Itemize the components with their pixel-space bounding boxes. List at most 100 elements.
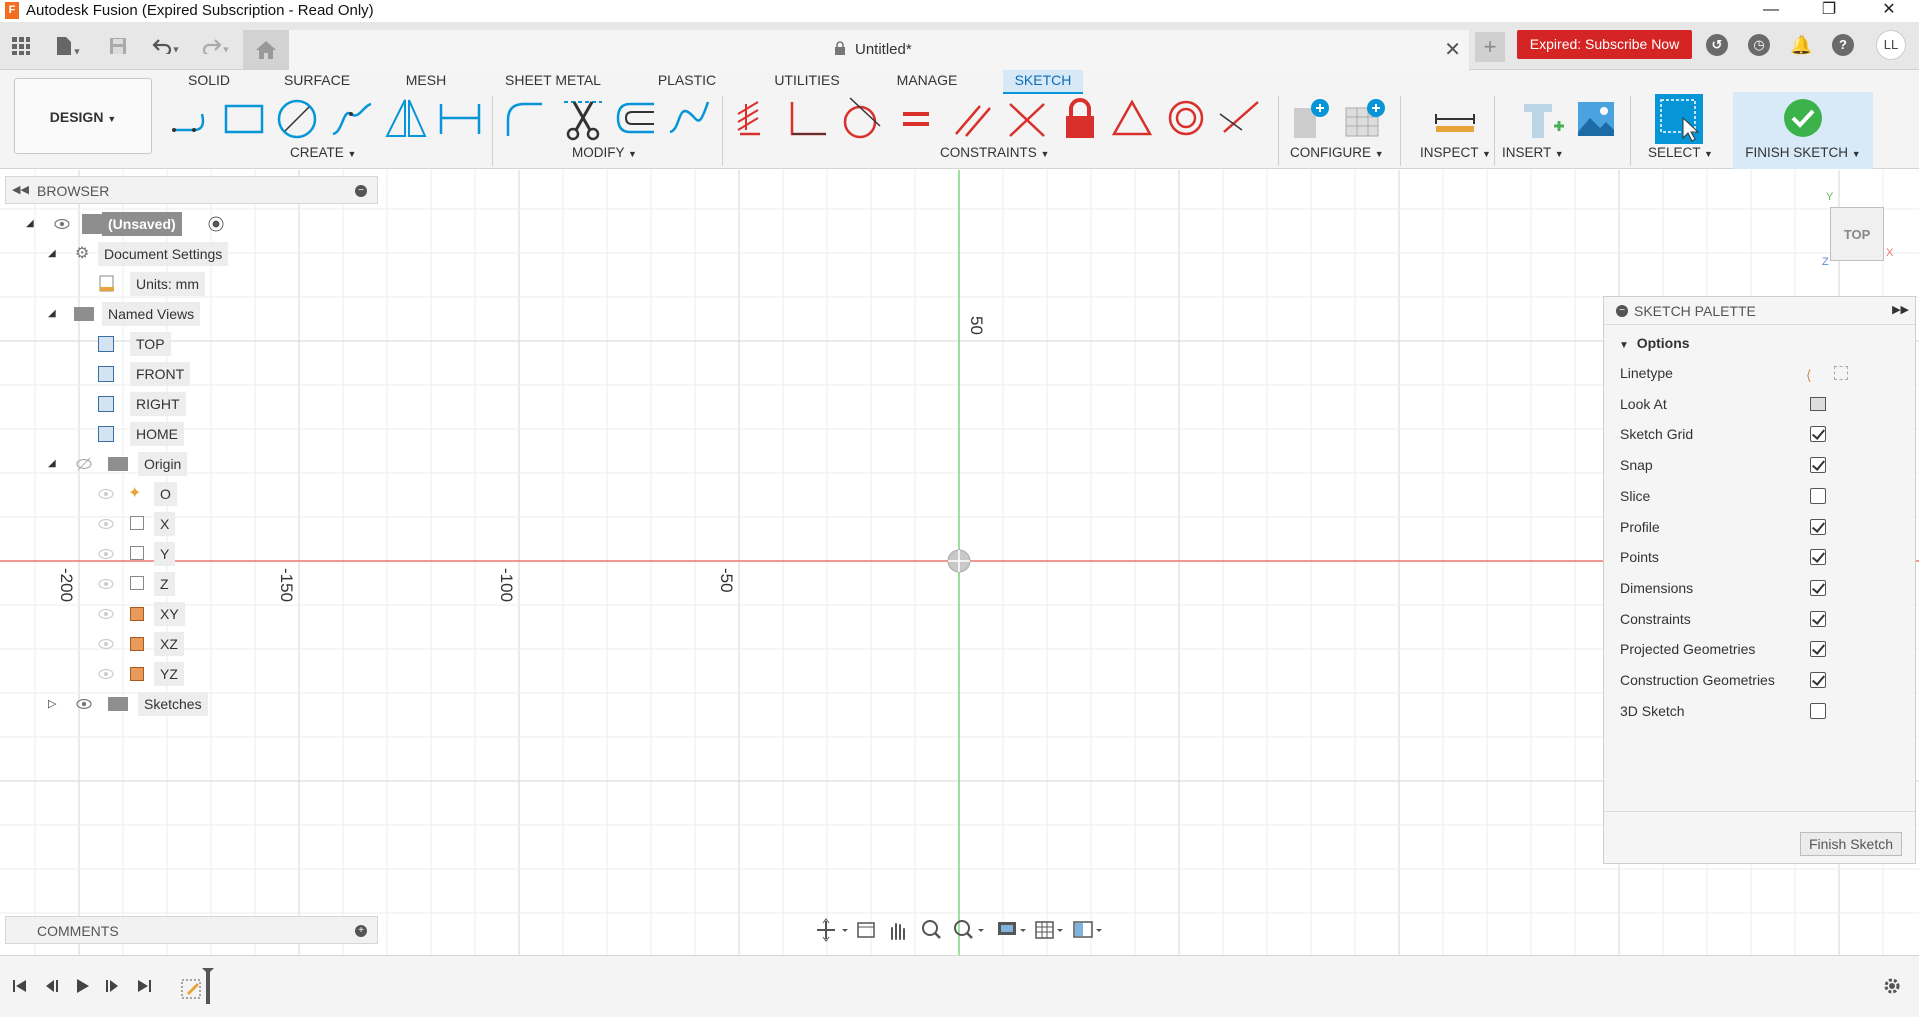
step-back-icon[interactable] — [42, 976, 62, 996]
zoom-icon[interactable] — [922, 920, 941, 939]
palette-checkbox[interactable] — [1810, 641, 1826, 658]
tab-utilities[interactable]: UTILITIES — [772, 70, 842, 94]
named-view-front[interactable]: FRONT — [96, 362, 196, 386]
midpoint-constraint-icon[interactable] — [1110, 96, 1156, 142]
insert-group-label[interactable]: INSERT ▼ — [1502, 145, 1564, 160]
coincident-constraint-icon[interactable] — [786, 96, 832, 142]
hidden-eye-icon[interactable] — [98, 516, 114, 532]
visibility-eye-icon[interactable] — [54, 216, 70, 232]
palette-minimize-icon[interactable]: − — [1616, 305, 1628, 317]
insert-derive-icon[interactable] — [1520, 96, 1566, 142]
constraints-group-label[interactable]: CONSTRAINTS ▼ — [940, 145, 1049, 160]
concentric-constraint-icon[interactable] — [1164, 96, 1210, 142]
subscribe-button[interactable]: Expired: Subscribe Now — [1517, 30, 1692, 59]
origin-item[interactable]: X — [96, 512, 216, 536]
visibility-eye-icon[interactable] — [76, 696, 92, 712]
configure-group-label[interactable]: CONFIGURE ▼ — [1290, 145, 1384, 160]
expand-toggle-icon[interactable]: ◢ — [48, 452, 56, 476]
parallel-constraint-icon[interactable] — [950, 96, 996, 142]
expand-toggle-icon[interactable]: ▷ — [48, 692, 56, 716]
configuration-grid-icon[interactable] — [1342, 96, 1388, 142]
line-tool-icon[interactable] — [168, 96, 214, 142]
select-group-label[interactable]: SELECT ▼ — [1648, 145, 1713, 160]
display-settings-icon[interactable] — [998, 922, 1026, 935]
job-status-icon[interactable]: ◷ — [1748, 34, 1770, 56]
origin-item[interactable]: XZ — [96, 632, 216, 656]
palette-checkbox[interactable] — [1810, 549, 1826, 566]
workspace-switcher[interactable]: DESIGN ▼ — [14, 78, 152, 154]
named-view-top[interactable]: TOP — [96, 332, 196, 356]
expand-toggle-icon[interactable]: ◢ — [48, 242, 56, 266]
browser-named-views[interactable]: ◢ Named Views — [48, 302, 248, 326]
hidden-eye-icon[interactable] — [98, 576, 114, 592]
origin-item[interactable]: YZ — [96, 662, 216, 686]
minimize-button[interactable]: — — [1748, 0, 1794, 22]
help-icon[interactable]: ? — [1832, 34, 1854, 56]
palette-checkbox[interactable] — [1810, 610, 1826, 627]
tab-sheet-metal[interactable]: SHEET METAL — [503, 70, 603, 94]
grid-snaps-icon[interactable] — [1035, 921, 1063, 939]
tab-sketch[interactable]: SKETCH — [1003, 70, 1083, 94]
viewcube[interactable]: TOP — [1830, 207, 1884, 261]
tab-solid[interactable]: SOLID — [187, 70, 231, 94]
new-tab-button[interactable]: + — [1475, 32, 1505, 62]
palette-checkbox[interactable] — [1810, 457, 1826, 474]
origin-item[interactable]: XY — [96, 602, 216, 626]
timeline-sketch-feature-icon[interactable] — [180, 966, 216, 1006]
fit-zoom-icon[interactable] — [954, 920, 984, 939]
browser-document-settings[interactable]: ◢ ⚙ Document Settings — [48, 242, 248, 266]
rectangle-tool-icon[interactable] — [222, 96, 268, 142]
circle-tool-icon[interactable] — [275, 96, 321, 142]
perpendicular-constraint-icon[interactable] — [1004, 96, 1050, 142]
user-avatar[interactable]: LL — [1876, 30, 1906, 60]
palette-checkbox[interactable] — [1810, 487, 1826, 504]
step-forward-icon[interactable] — [102, 976, 122, 996]
viewports-icon[interactable] — [1073, 921, 1102, 938]
insert-canvas-image-icon[interactable] — [1574, 96, 1620, 142]
horizontal-vertical-constraint-icon[interactable] — [734, 96, 780, 142]
spline-tool-icon[interactable] — [329, 96, 375, 142]
trim-tool-icon[interactable] — [560, 96, 606, 142]
mirror-tool-icon[interactable] — [383, 96, 429, 142]
notifications-bell-icon[interactable]: 🔔 — [1790, 34, 1812, 56]
hidden-eye-icon[interactable] — [76, 456, 92, 472]
fix-unfix-constraint-icon[interactable] — [1058, 96, 1104, 142]
hidden-eye-icon[interactable] — [98, 636, 114, 652]
measure-tool-icon[interactable] — [1432, 96, 1478, 142]
document-tab[interactable]: Untitled* ✕ — [289, 30, 1469, 70]
palette-checkbox[interactable] — [1810, 672, 1826, 688]
file-menu-icon[interactable]: ▼ — [48, 32, 88, 60]
inspect-group-label[interactable]: INSPECT ▼ — [1420, 145, 1491, 160]
sketch-scale-icon[interactable] — [666, 96, 712, 142]
equal-constraint-icon[interactable] — [895, 96, 941, 142]
browser-collapse-icon[interactable]: ◀◀ — [12, 183, 29, 196]
browser-sketches[interactable]: ▷ Sketches — [48, 692, 248, 716]
extensions-icon[interactable]: ↺ — [1706, 34, 1728, 56]
expand-toggle-icon[interactable]: ◢ — [26, 212, 34, 236]
palette-checkbox[interactable] — [1810, 579, 1826, 596]
linetype-centerline-icon[interactable] — [1834, 366, 1848, 380]
comments-panel-header[interactable]: COMMENTS + — [5, 916, 378, 944]
configure-table-icon[interactable] — [1290, 96, 1336, 142]
activate-radio-icon[interactable] — [208, 216, 224, 232]
palette-checkbox[interactable] — [1810, 426, 1826, 443]
tab-plastic[interactable]: PLASTIC — [656, 70, 718, 94]
app-grid-icon[interactable] — [8, 32, 34, 60]
named-view-home[interactable]: HOME — [96, 422, 196, 446]
close-tab-icon[interactable]: ✕ — [1444, 37, 1461, 62]
hidden-eye-icon[interactable] — [98, 606, 114, 622]
options-section-header[interactable]: ▼ Options — [1619, 335, 1690, 351]
expand-toggle-icon[interactable]: ◢ — [48, 302, 56, 326]
collinear-constraint-icon[interactable] — [1218, 96, 1264, 142]
browser-minimize-icon[interactable]: − — [355, 185, 367, 197]
look-at-icon[interactable] — [857, 922, 875, 938]
save-icon[interactable] — [106, 32, 130, 60]
dimension-tool-icon[interactable] — [437, 96, 483, 142]
tab-manage[interactable]: MANAGE — [896, 70, 958, 94]
tab-mesh[interactable]: MESH — [403, 70, 449, 94]
restore-button[interactable]: ❐ — [1806, 0, 1852, 22]
hidden-eye-icon[interactable] — [98, 546, 114, 562]
undo-icon[interactable]: ▼ — [146, 32, 186, 60]
browser-origin[interactable]: ◢ Origin — [48, 452, 248, 476]
sketch-palette-header[interactable]: − SKETCH PALETTE ▶▶ — [1604, 297, 1915, 325]
